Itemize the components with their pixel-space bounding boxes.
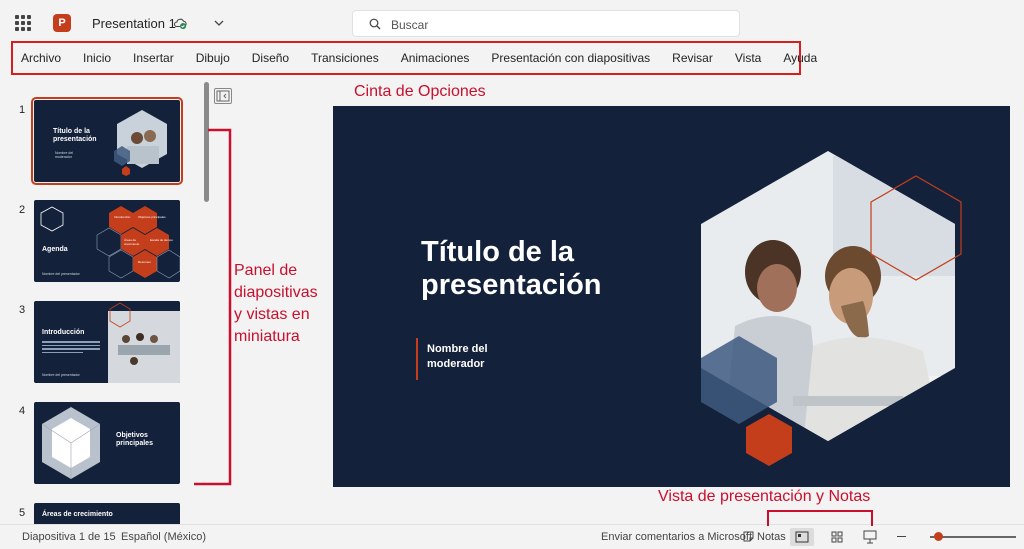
annotation-bracket: [194, 128, 232, 486]
feedback-link[interactable]: Enviar comentarios a Microsoft: [601, 531, 752, 543]
thumbnail-number: 3: [19, 304, 26, 316]
tab-transiciones[interactable]: Transiciones: [311, 51, 379, 65]
search-input[interactable]: [389, 15, 723, 35]
slide-title[interactable]: Título de la presentación: [421, 236, 681, 302]
slide-subtitle[interactable]: Nombre del moderador: [427, 342, 488, 372]
thumbnail-number: 4: [19, 405, 26, 417]
tab-ayuda[interactable]: Ayuda: [783, 51, 817, 65]
document-title[interactable]: Presentation 1: [92, 16, 176, 31]
thumbnail-title: Agenda: [42, 246, 68, 253]
thumbnail-body-lines: [42, 341, 100, 355]
thumbnail-slide-4[interactable]: Objetivos principales: [34, 402, 180, 484]
thumbnail-title: Objetivos principales: [116, 432, 153, 447]
hex-label: Resumen: [138, 260, 151, 264]
presentation-view-icon: [863, 530, 877, 544]
thumbnail-slide-3[interactable]: Introducción Nombre del presentador: [34, 301, 180, 383]
annotation-view-bracket: [767, 510, 873, 526]
status-bar: Diapositiva 1 de 15 Español (México) Env…: [0, 524, 1024, 549]
slide-sorter-icon: [831, 531, 843, 543]
thumbnail-slide-2[interactable]: Agenda Nombre del presentador Introducci…: [34, 200, 180, 282]
zoom-slider-thumb[interactable]: [934, 532, 943, 541]
thumbnail-slide-1[interactable]: Título de la presentación Nombre del mode…: [31, 97, 183, 185]
annotation-ribbon: Cinta de Opciones: [354, 83, 486, 100]
thumbnail-photo: [41, 407, 101, 479]
slide-counter: Diapositiva 1 de 15: [22, 531, 116, 543]
ribbon-tabs: Archivo Inicio Insertar Dibujo Diseño Tr…: [13, 43, 817, 73]
tab-insertar[interactable]: Insertar: [133, 51, 174, 65]
normal-view-icon: [795, 531, 809, 543]
thumbnail-title: Áreas de crecimiento: [42, 511, 113, 518]
hex-label: Objetivos principales: [138, 215, 166, 219]
tab-archivo[interactable]: Archivo: [21, 51, 61, 65]
slide-hero-image: [701, 151, 962, 466]
thumbnail-title: Introducción: [42, 329, 85, 336]
thumbnail-number: 5: [19, 507, 26, 519]
ribbon: Archivo Inicio Insertar Dibujo Diseño Tr…: [11, 41, 817, 75]
tab-vista[interactable]: Vista: [735, 51, 761, 65]
thumbnail-title: Título de la presentación: [53, 128, 97, 143]
app-launcher-icon[interactable]: [15, 15, 31, 31]
hexagon-outline: [40, 206, 64, 232]
thumbnail-number: 1: [19, 104, 26, 116]
search-icon: [369, 18, 381, 30]
hex-label: Áreas de crecimiento: [124, 238, 140, 246]
thumbnail-photo: [114, 110, 167, 176]
tab-inicio[interactable]: Inicio: [83, 51, 111, 65]
slide-thumbnail-panel: 1 Título de la presentación Nombre del mo…: [0, 78, 214, 524]
thumbnail-subtitle: Nombre del moderador: [55, 151, 74, 159]
tab-dibujo[interactable]: Dibujo: [196, 51, 230, 65]
notes-icon[interactable]: [742, 530, 755, 543]
thumbnail-photo: [108, 302, 180, 383]
tab-animaciones[interactable]: Animaciones: [401, 51, 470, 65]
presentation-view-button[interactable]: [858, 528, 882, 546]
normal-view-button[interactable]: [790, 528, 814, 546]
slide-sorter-button[interactable]: [825, 528, 849, 546]
tab-diseno[interactable]: Diseño: [252, 51, 289, 65]
panel-collapse-icon: [216, 90, 230, 102]
chevron-down-icon[interactable]: [213, 17, 225, 29]
tab-presentacion[interactable]: Presentación con diapositivas: [491, 51, 650, 65]
collapse-panel-button[interactable]: [214, 88, 232, 104]
tab-revisar[interactable]: Revisar: [672, 51, 713, 65]
thumbnail-footer: Nombre del presentador: [42, 373, 80, 377]
search-box[interactable]: [352, 10, 740, 37]
cloud-check-icon[interactable]: [173, 16, 187, 30]
hex-label: Escala de tiempo: [150, 238, 174, 242]
powerpoint-icon: P: [53, 14, 71, 32]
notes-button[interactable]: Notas: [757, 531, 786, 543]
thumbnail-footer: Nombre del presentador: [42, 272, 80, 276]
hex-label: Introducción: [114, 215, 131, 219]
language-indicator[interactable]: Español (México): [121, 531, 206, 543]
slide-canvas[interactable]: Título de la presentación Nombre del mod…: [333, 106, 1010, 487]
thumbnail-number: 2: [19, 204, 26, 216]
accent-bar: [416, 338, 418, 380]
thumbnail-slide-5[interactable]: Áreas de crecimiento: [34, 503, 180, 524]
annotation-panel: Panel de diapositivas y vistas en miniat…: [234, 262, 318, 345]
zoom-out-button[interactable]: [897, 536, 906, 537]
annotation-views: Vista de presentación y Notas: [658, 488, 871, 505]
